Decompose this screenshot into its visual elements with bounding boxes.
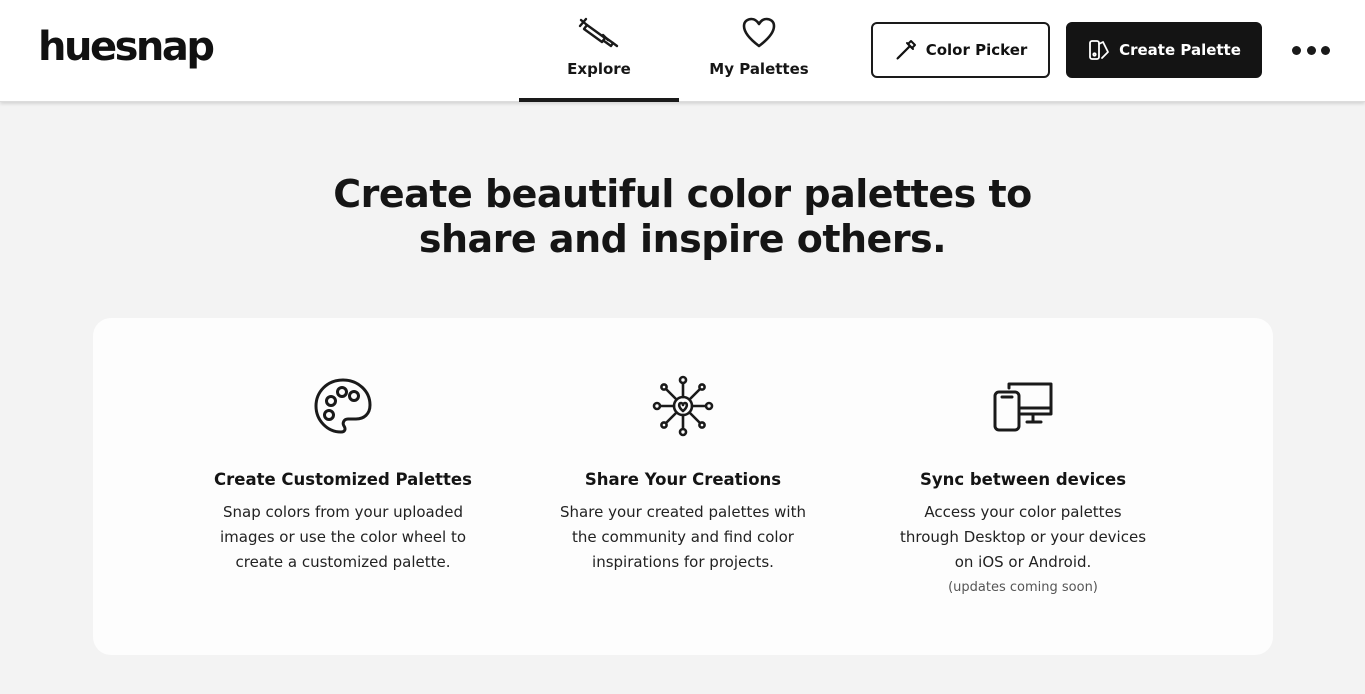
- feature-description: Snap colors from your uploaded images or…: [183, 500, 503, 575]
- heart-icon: [742, 17, 776, 48]
- create-palette-label: Create Palette: [1119, 41, 1241, 59]
- palette-icon: [314, 378, 372, 434]
- feature-title: Create Customized Palettes: [214, 470, 472, 489]
- feature-note: (updates coming soon): [948, 580, 1098, 595]
- tab-my-palettes[interactable]: My Palettes: [679, 0, 839, 102]
- eyedropper-icon: [896, 40, 916, 60]
- dropper-explore-icon: [578, 17, 619, 48]
- feature-desc-line: through Desktop or your devices: [899, 528, 1147, 546]
- feature-desc-line: on iOS or Android.: [954, 553, 1092, 571]
- features-card: Create Customized Palettes Snap colors f…: [93, 318, 1273, 655]
- feature-title: Share Your Creations: [584, 470, 782, 489]
- palette-swatch-icon: [1089, 40, 1109, 60]
- feature-description: Share your created palettes with the com…: [523, 500, 843, 575]
- more-dot: [1321, 45, 1330, 55]
- huesnap-logo[interactable]: huesnap: [38, 24, 215, 70]
- hero-title: Create beautiful color palettes to share…: [0, 172, 1365, 262]
- tab-my-palettes-label: My Palettes: [709, 60, 809, 78]
- feature-desc-line: Share your created palettes with: [560, 503, 806, 521]
- feature-description: Access your color palettes through Deskt…: [863, 500, 1183, 601]
- feature-desc-line: inspirations for projects.: [592, 553, 774, 571]
- tab-explore-label: Explore: [567, 60, 631, 78]
- feature-desc-line: the community and find color: [572, 528, 794, 546]
- feature-desc-line: images or use the color wheel to: [219, 528, 467, 546]
- feature-desc-line: create a customized palette.: [235, 553, 451, 571]
- hero-title-line-2: share and inspire others.: [418, 217, 947, 261]
- tab-explore[interactable]: Explore: [519, 0, 679, 102]
- more-options-icon[interactable]: [1292, 40, 1330, 60]
- active-tab-indicator: [519, 98, 679, 102]
- feature-desc-line: Access your color palettes: [924, 503, 1122, 521]
- feature-desc-line: Snap colors from your uploaded: [222, 503, 464, 521]
- share-network-icon: [652, 375, 714, 437]
- color-picker-label: Color Picker: [925, 41, 1028, 59]
- devices-icon: [993, 382, 1053, 432]
- feature-title: Sync between devices: [919, 470, 1127, 489]
- more-dot: [1292, 45, 1301, 55]
- more-dot: [1306, 45, 1316, 55]
- create-palette-button[interactable]: Create Palette: [1066, 22, 1262, 78]
- top-header: huesnap Explore My Palettes Color Picker: [0, 0, 1365, 102]
- color-picker-button[interactable]: Color Picker: [871, 22, 1050, 78]
- hero-title-line-1: Create beautiful color palettes to: [333, 172, 1032, 216]
